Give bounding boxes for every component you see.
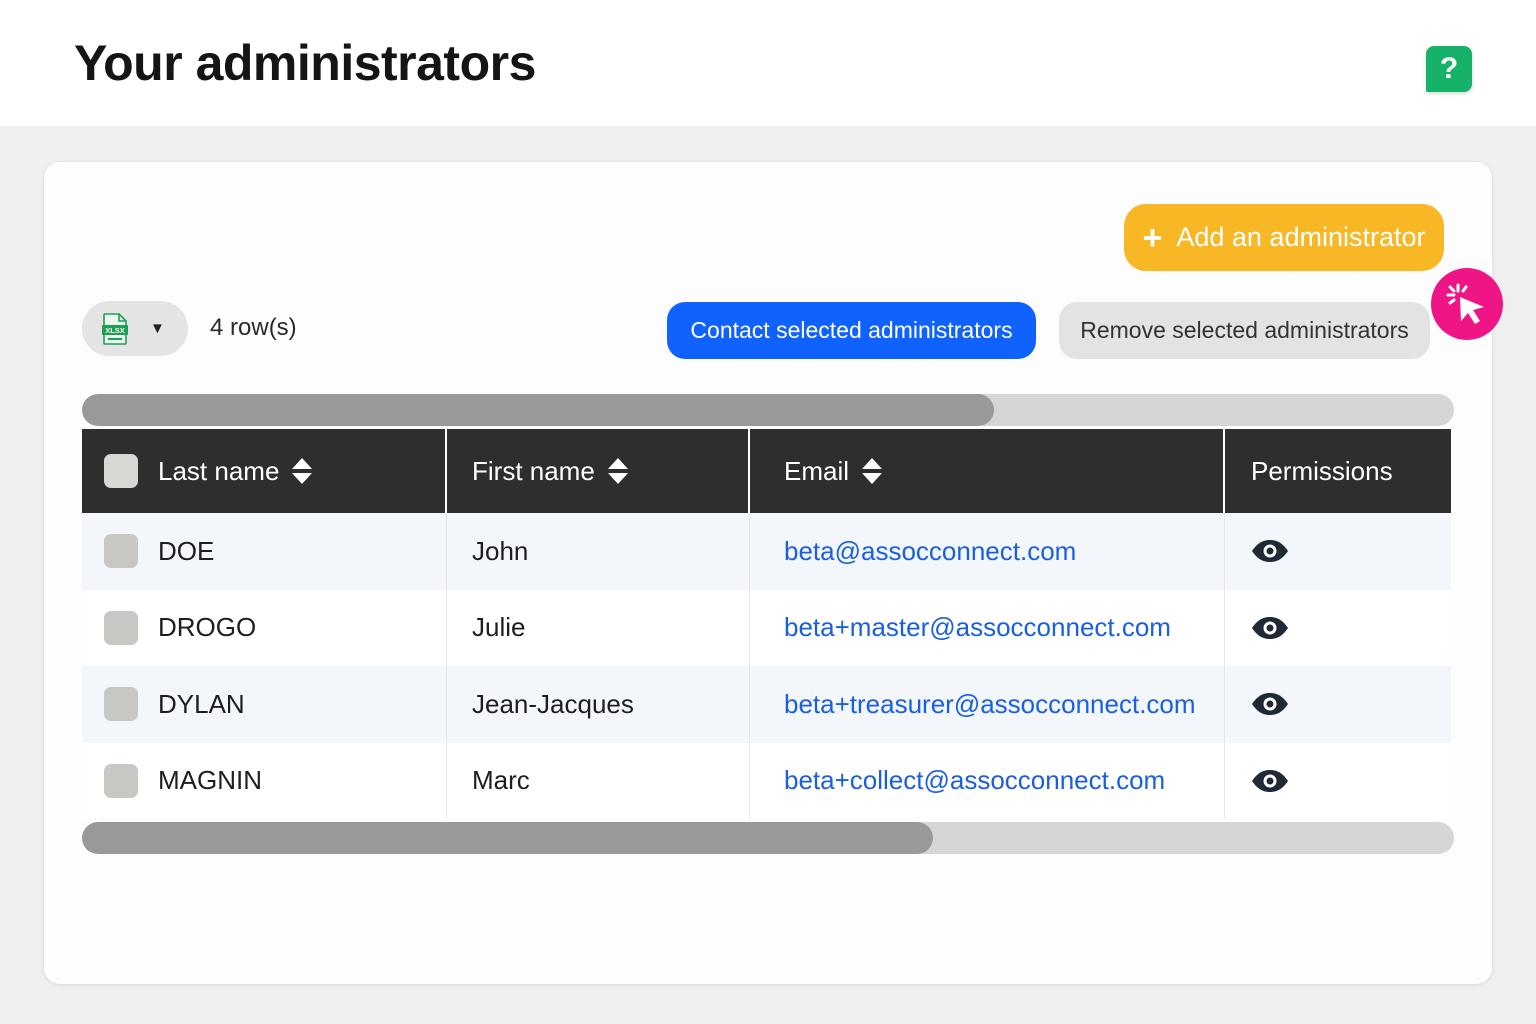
administrators-card: + Add an administrator XLSX ▼ 4 row(s) C… <box>44 162 1503 984</box>
click-cursor-icon <box>1431 268 1503 340</box>
contact-selected-button[interactable]: Contact selected administrators <box>667 302 1036 359</box>
remove-selected-button[interactable]: Remove selected administrators <box>1059 302 1430 359</box>
help-icon: ? <box>1439 52 1459 85</box>
table-row: DOE John beta@assocconnect.com <box>82 513 1451 590</box>
first-name-cell: Julie <box>472 612 526 643</box>
row-checkbox[interactable] <box>104 610 138 645</box>
column-email[interactable]: Email <box>750 429 1225 513</box>
column-label: Email <box>784 455 850 486</box>
scrollbar-thumb[interactable] <box>82 822 933 854</box>
table-header: Last name First name Email Permissions <box>82 429 1451 513</box>
add-administrator-label: Add an administrator <box>1176 222 1426 252</box>
top-bar: Your administrators ? <box>0 0 1536 126</box>
eye-icon[interactable] <box>1251 692 1289 716</box>
last-name-cell: DOE <box>158 535 215 566</box>
select-all-checkbox[interactable] <box>104 454 138 488</box>
eye-icon[interactable] <box>1251 539 1289 563</box>
table-row: MAGNIN Marc beta+collect@assocconnect.co… <box>82 742 1451 819</box>
row-checkbox[interactable] <box>104 534 138 569</box>
email-link[interactable]: beta+master@assocconnect.com <box>784 612 1171 643</box>
help-button[interactable]: ? <box>1426 46 1472 92</box>
last-name-cell: DYLAN <box>158 688 245 719</box>
row-checkbox[interactable] <box>104 687 138 722</box>
row-count: 4 row(s) <box>210 314 297 341</box>
column-label: Permissions <box>1251 455 1393 486</box>
administrators-table: Last name First name Email Permissions D… <box>82 429 1451 819</box>
column-first-name[interactable]: First name <box>447 429 750 513</box>
page-title: Your administrators <box>74 35 536 91</box>
column-last-name[interactable]: Last name <box>82 429 447 513</box>
xlsx-file-icon: XLSX <box>102 312 128 345</box>
chevron-down-icon: ▼ <box>150 320 165 337</box>
last-name-cell: DROGO <box>158 612 257 643</box>
horizontal-scrollbar-bottom[interactable] <box>82 822 1454 854</box>
sort-icon[interactable] <box>861 457 883 485</box>
table-row: DYLAN Jean-Jacques beta+treasurer@assocc… <box>82 666 1451 743</box>
row-checkbox[interactable] <box>104 763 138 798</box>
email-link[interactable]: beta@assocconnect.com <box>784 536 1076 567</box>
export-dropdown[interactable]: XLSX ▼ <box>82 301 188 356</box>
horizontal-scrollbar-top[interactable] <box>82 394 1454 426</box>
scrollbar-thumb[interactable] <box>82 394 995 426</box>
table-row: DROGO Julie beta+master@assocconnect.com <box>82 589 1451 666</box>
eye-icon[interactable] <box>1251 616 1289 640</box>
first-name-cell: Jean-Jacques <box>472 688 634 719</box>
add-administrator-button[interactable]: + Add an administrator <box>1124 204 1444 271</box>
column-label: Last name <box>158 455 280 486</box>
first-name-cell: John <box>472 535 529 566</box>
svg-text:XLSX: XLSX <box>105 326 125 335</box>
sort-icon[interactable] <box>291 457 313 485</box>
first-name-cell: Marc <box>472 765 530 796</box>
eye-icon[interactable] <box>1251 769 1289 793</box>
column-permissions: Permissions <box>1225 429 1451 513</box>
email-link[interactable]: beta+treasurer@assocconnect.com <box>784 689 1196 720</box>
email-link[interactable]: beta+collect@assocconnect.com <box>784 765 1165 796</box>
last-name-cell: MAGNIN <box>158 765 262 796</box>
plus-icon: + <box>1142 218 1163 257</box>
column-label: First name <box>472 455 595 486</box>
sort-icon[interactable] <box>607 457 629 485</box>
